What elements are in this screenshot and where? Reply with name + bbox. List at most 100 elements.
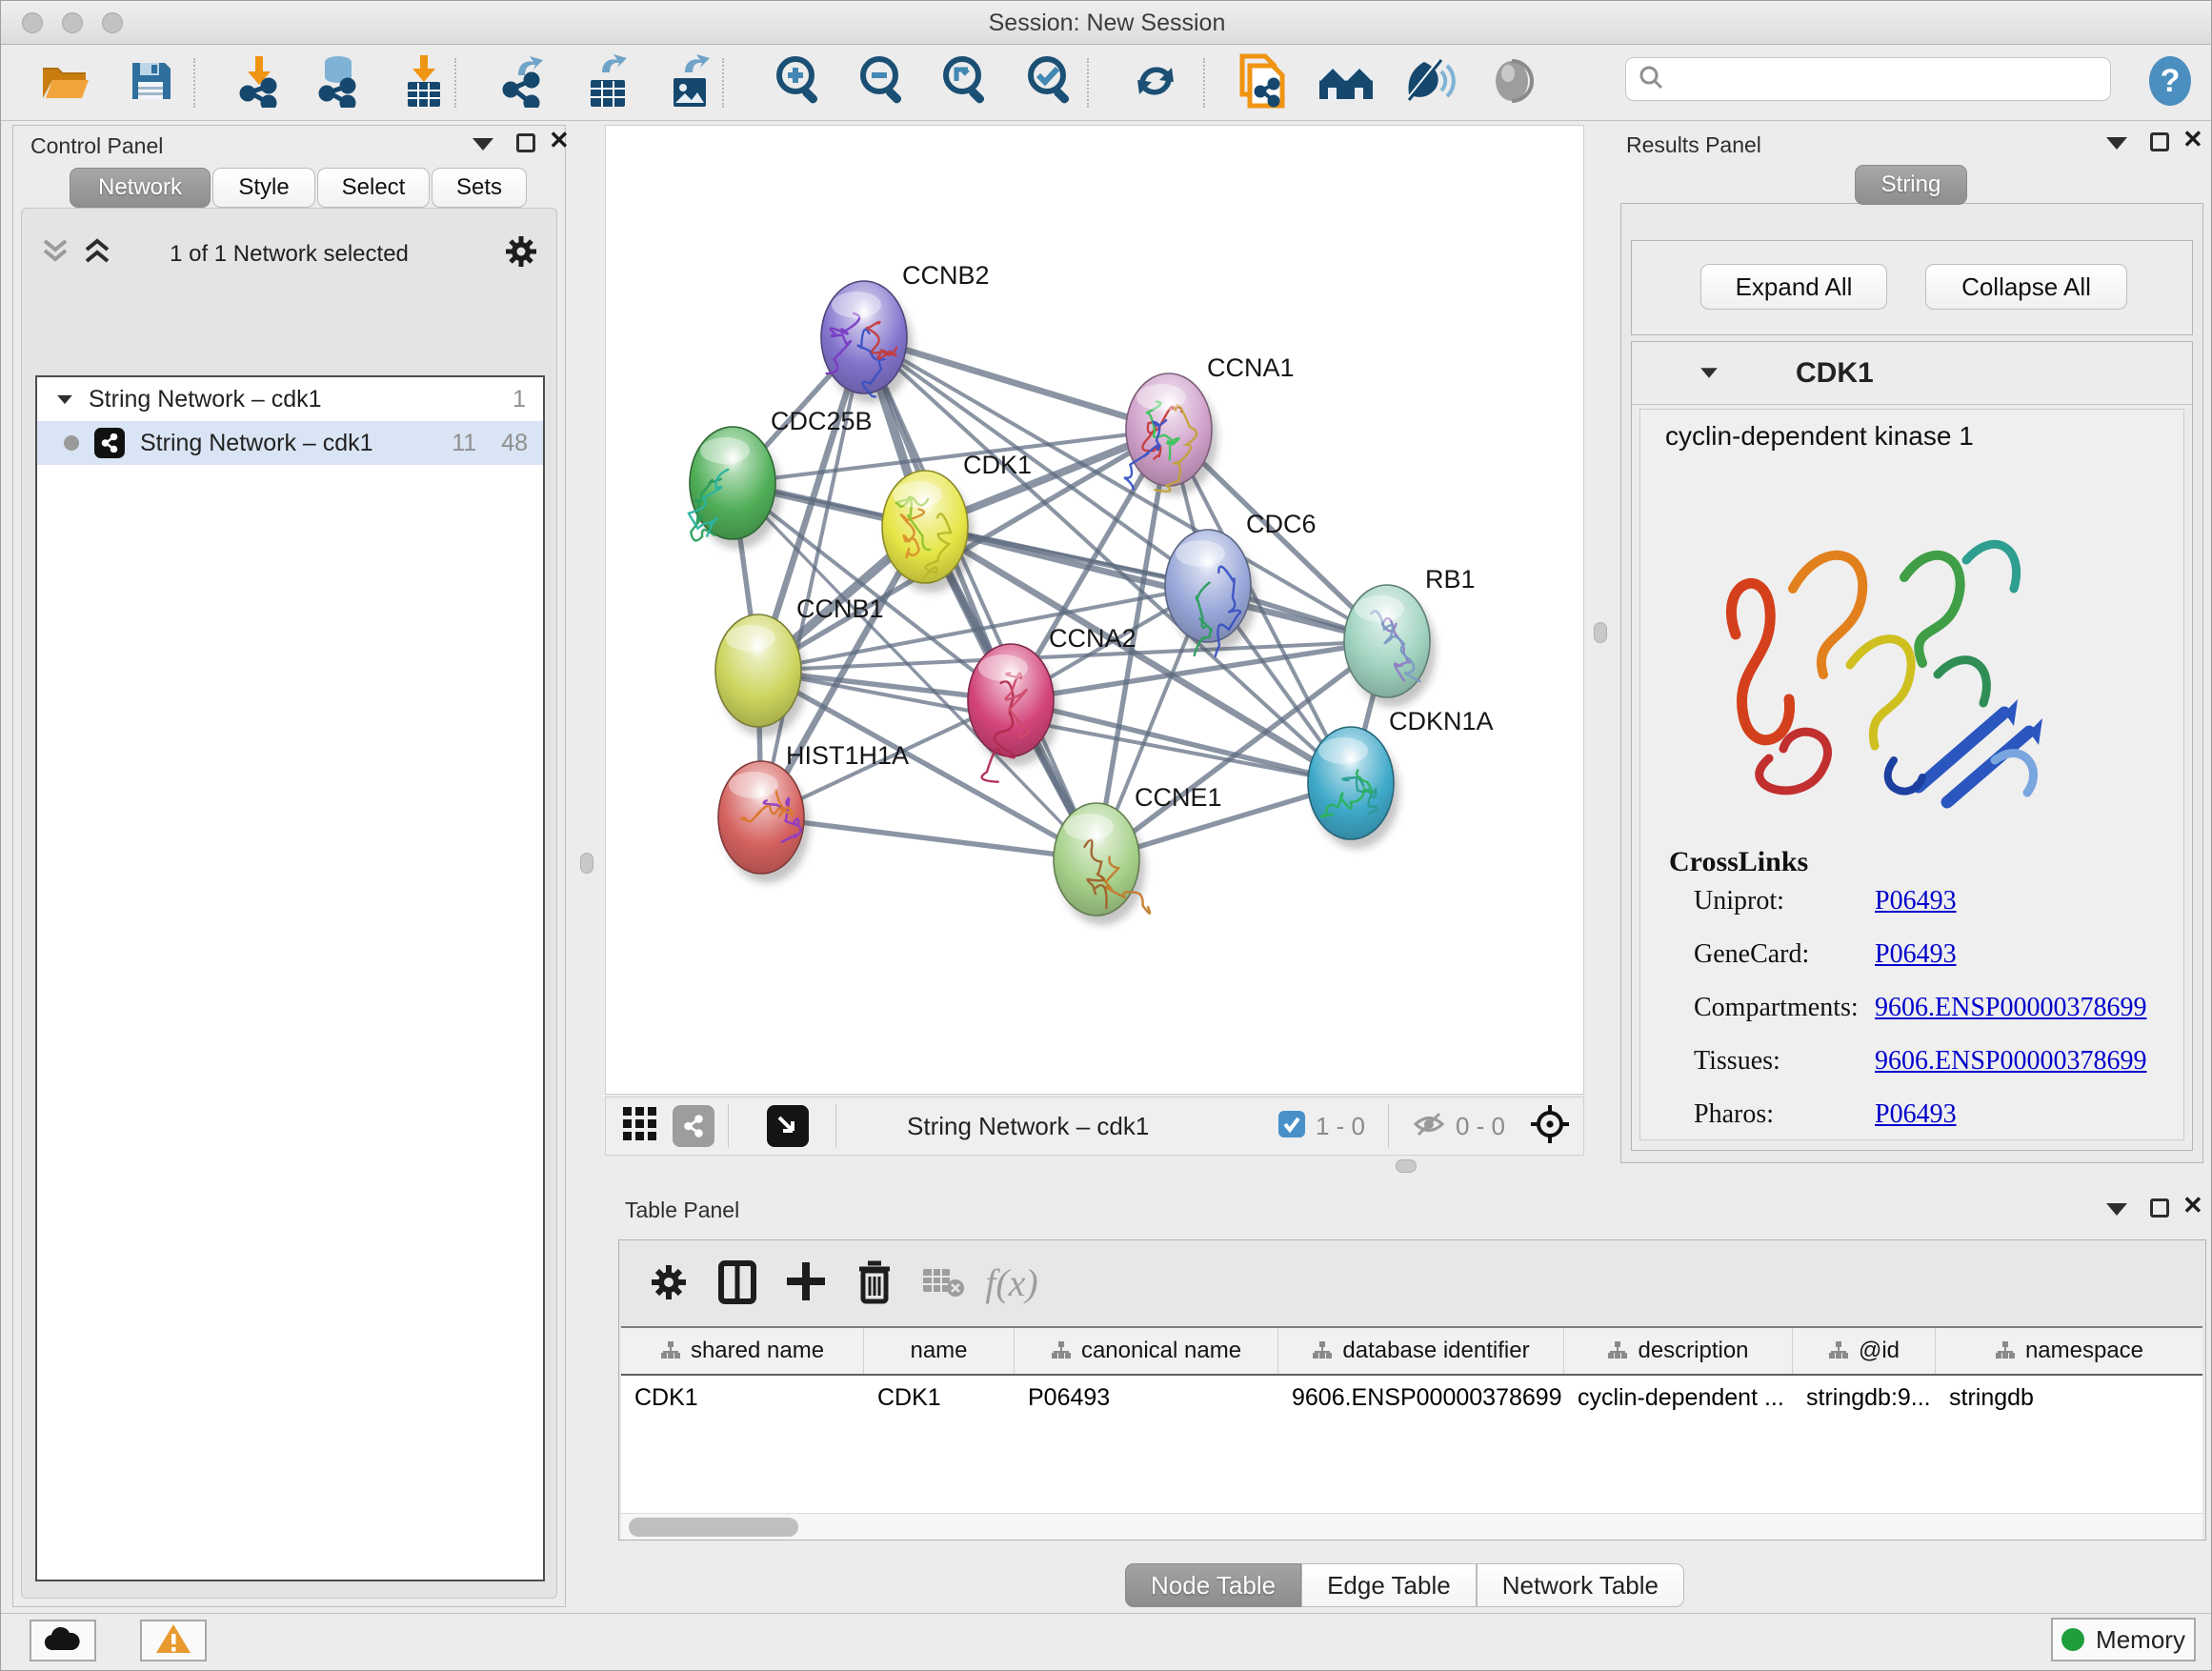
import-table-button[interactable] — [393, 54, 454, 111]
import-network-from-database-button[interactable] — [306, 54, 367, 111]
tab-string-results[interactable]: String — [1855, 165, 1967, 205]
close-panel-icon[interactable]: ✕ — [2182, 130, 2203, 149]
float-panel-icon[interactable] — [2106, 137, 2127, 150]
expand-all-button[interactable]: Expand All — [1700, 264, 1887, 310]
undock-panel-icon[interactable] — [2150, 1198, 2169, 1218]
float-panel-icon[interactable] — [473, 138, 493, 151]
bottom-splitter-handle[interactable] — [1396, 1159, 1417, 1173]
column-header[interactable]: database identifier — [1278, 1328, 1564, 1374]
column-header[interactable]: shared name — [621, 1328, 864, 1374]
warnings-button[interactable] — [140, 1620, 207, 1661]
crosshair-icon[interactable] — [1530, 1104, 1570, 1149]
zoom-selected-button[interactable] — [1020, 54, 1081, 111]
export-image-button[interactable] — [660, 54, 721, 111]
network-graph[interactable]: CCNB2CCNA1CDC25BCDK1CDC6RB1CCNB1CCNA2CDK… — [606, 126, 1583, 1094]
column-header[interactable]: @id — [1793, 1328, 1936, 1374]
undock-panel-icon[interactable] — [2150, 132, 2169, 151]
eye-slash-icon — [1401, 56, 1457, 111]
cell-id[interactable]: stringdb:9... — [1793, 1376, 1936, 1419]
column-header[interactable]: name — [864, 1328, 1015, 1374]
tab-node-table[interactable]: Node Table — [1125, 1563, 1301, 1607]
table-options-gear-icon[interactable] — [634, 1252, 703, 1313]
import-string-file-button[interactable] — [1231, 54, 1292, 111]
zoom-in-button[interactable] — [769, 54, 830, 111]
svg-text:CCNA2: CCNA2 — [1049, 624, 1136, 653]
gene-details: cyclin-dependent kinase 1 — [1639, 409, 2184, 1140]
collection-caret-icon[interactable] — [57, 394, 72, 403]
close-panel-icon[interactable]: ✕ — [549, 131, 570, 150]
table-tabs: Node Table Edge Table Network Table — [1125, 1563, 1684, 1607]
zoom-selected-icon — [1024, 54, 1077, 112]
right-splitter-handle[interactable] — [1594, 622, 1607, 643]
results-panel-title: Results Panel — [1626, 132, 1761, 158]
import-network-file-button[interactable] — [228, 54, 289, 111]
tab-network-table[interactable]: Network Table — [1477, 1563, 1684, 1607]
node-table: shared name name canonical name database… — [621, 1326, 2202, 1513]
left-splitter-handle[interactable] — [580, 853, 593, 874]
svg-text:RB1: RB1 — [1425, 565, 1476, 594]
crosslink-link[interactable]: P06493 — [1875, 886, 1957, 916]
scrollbar-thumb[interactable] — [629, 1518, 798, 1537]
cell-description[interactable]: cyclin-dependent ... — [1564, 1376, 1793, 1419]
table-horizontal-scrollbar[interactable] — [621, 1513, 2202, 1540]
zoom-fit-button[interactable] — [935, 54, 996, 111]
selected-checkbox-icon[interactable] — [1277, 1110, 1306, 1143]
tab-sets[interactable]: Sets — [432, 168, 527, 208]
add-column-icon[interactable] — [772, 1252, 840, 1313]
protein-structure-image — [1679, 473, 2069, 827]
crosslink-link[interactable]: 9606.ENSP00000378699 — [1875, 993, 2146, 1023]
apply-layout-button[interactable] — [1125, 54, 1186, 111]
gene-caret-icon[interactable] — [1700, 368, 1718, 377]
show-glass-button[interactable] — [1481, 54, 1542, 111]
open-session-button[interactable] — [35, 54, 96, 111]
tab-select[interactable]: Select — [317, 168, 430, 208]
window-title: Session: New Session — [1, 10, 2212, 37]
crosslink-link[interactable]: 9606.ENSP00000378699 — [1875, 1046, 2146, 1077]
crosslink-link[interactable]: P06493 — [1875, 939, 1957, 970]
memory-button[interactable]: Memory — [2051, 1618, 2196, 1661]
tab-edge-table[interactable]: Edge Table — [1301, 1563, 1477, 1607]
network-row[interactable]: String Network – cdk1 11 48 — [37, 421, 543, 465]
help-button[interactable]: ? — [2140, 54, 2201, 111]
crosslink-link[interactable]: P06493 — [1875, 1099, 1957, 1130]
cloud-status-button[interactable] — [30, 1620, 96, 1661]
string-home-button[interactable] — [1316, 54, 1377, 111]
cell-database-identifier[interactable]: 9606.ENSP00000378699 — [1278, 1376, 1564, 1419]
zoom-in-icon — [773, 54, 826, 112]
table-row[interactable]: CDK1 CDK1 P06493 9606.ENSP00000378699 cy… — [621, 1376, 2202, 1419]
tab-style[interactable]: Style — [212, 168, 315, 208]
toolbar-separator — [1087, 58, 1089, 108]
save-session-button[interactable] — [120, 54, 181, 111]
delete-column-trash-icon[interactable] — [840, 1252, 909, 1313]
birds-eye-view-icon[interactable] — [767, 1105, 809, 1147]
export-table-button[interactable] — [577, 54, 638, 111]
undock-panel-icon[interactable] — [516, 133, 535, 152]
network-collection-row[interactable]: String Network – cdk1 1 — [37, 377, 543, 421]
export-network-button[interactable] — [493, 54, 553, 111]
show-column-icon[interactable] — [703, 1252, 772, 1313]
column-header[interactable]: namespace — [1936, 1328, 2202, 1374]
results-panel: Results Panel ✕ Expand All Collapse All … — [1620, 125, 2205, 1173]
search-input[interactable] — [1664, 65, 2083, 93]
grid-mode-icon[interactable] — [621, 1105, 659, 1148]
collapse-all-button[interactable]: Collapse All — [1925, 264, 2127, 310]
network-status-dot-icon — [64, 435, 79, 451]
network-options-gear-icon[interactable] — [503, 233, 539, 274]
cell-canonical-name[interactable]: P06493 — [1015, 1376, 1278, 1419]
gene-section: CDK1 cyclin-dependent kinase 1 — [1631, 341, 2193, 1151]
cell-shared-name[interactable]: CDK1 — [621, 1376, 864, 1419]
close-panel-icon[interactable]: ✕ — [2182, 1196, 2203, 1215]
hide-glass-button[interactable] — [1398, 54, 1459, 111]
open-folder-icon — [40, 60, 91, 107]
share-network-icon[interactable] — [673, 1105, 714, 1147]
float-panel-icon[interactable] — [2106, 1203, 2127, 1216]
cell-namespace[interactable]: stringdb — [1936, 1376, 2202, 1419]
column-header[interactable]: description — [1564, 1328, 1793, 1374]
gene-section-header[interactable]: CDK1 — [1632, 342, 2192, 405]
tab-network[interactable]: Network — [70, 168, 211, 208]
column-header[interactable]: canonical name — [1015, 1328, 1278, 1374]
cell-name[interactable]: CDK1 — [864, 1376, 1015, 1419]
zoom-out-button[interactable] — [853, 54, 914, 111]
network-canvas[interactable]: CCNB2CCNA1CDC25BCDK1CDC6RB1CCNB1CCNA2CDK… — [605, 125, 1584, 1095]
svg-text:CDKN1A: CDKN1A — [1389, 707, 1494, 735]
